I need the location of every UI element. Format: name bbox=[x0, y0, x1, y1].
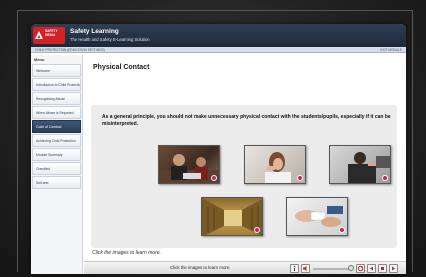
sidebar-item-when-abuse-is-reported[interactable]: When Abuse is Reported bbox=[32, 106, 81, 119]
frame-line-left bbox=[17, 10, 18, 272]
sidebar-item-achieving-child-protection[interactable]: Achieving Child Protection bbox=[32, 134, 81, 147]
sidebar-item-welcome[interactable]: Welcome bbox=[32, 64, 81, 77]
content-caption: Click the images to learn more. bbox=[92, 250, 161, 256]
footer-instruction: Click the images to learn more. bbox=[170, 265, 231, 270]
volume-slider[interactable] bbox=[313, 268, 351, 270]
logo-text-line2: MEDIA bbox=[45, 32, 56, 37]
info-badge-icon bbox=[339, 227, 345, 233]
sidebar-item-introduction-to-child-protection[interactable]: Introduction to Child Protection bbox=[32, 78, 81, 91]
next-icon bbox=[392, 266, 395, 271]
player-footer: Click the images to learn more. bbox=[84, 261, 406, 274]
info-icon bbox=[293, 265, 296, 271]
info-button[interactable] bbox=[290, 264, 299, 273]
menu-title: Menu bbox=[34, 57, 45, 62]
previous-button[interactable] bbox=[367, 264, 376, 273]
exit-module-link[interactable]: EXIT MODULE bbox=[380, 48, 402, 52]
frame-line-right bbox=[412, 10, 413, 272]
sidebar-menu: Menu Welcome Introduction to Child Protec… bbox=[31, 55, 83, 274]
distressed-student-image[interactable] bbox=[244, 145, 306, 184]
volume-slider-handle[interactable] bbox=[348, 265, 354, 271]
speaker-icon bbox=[303, 266, 307, 271]
app-title: Safety Learning bbox=[70, 28, 119, 35]
replay-icon bbox=[357, 265, 364, 272]
intro-text: As a general principle, you should not m… bbox=[102, 114, 391, 127]
previous-icon bbox=[370, 266, 373, 271]
frame-line-top bbox=[17, 10, 412, 11]
course-bar: CHILD PROTECTION (EDUCATION SETTINGS) EX… bbox=[31, 47, 406, 53]
app-subtitle: The Health and Safety E-Learning Solutio… bbox=[70, 37, 150, 42]
menu-list: Welcome Introduction to Child Protection R… bbox=[31, 64, 82, 189]
info-badge-icon bbox=[382, 175, 388, 181]
elearning-window: SAFETY MEDIA Safety Learning The Health … bbox=[31, 24, 406, 274]
player-controls bbox=[290, 264, 402, 274]
sidebar-item-module-summary[interactable]: Module Summary bbox=[32, 148, 81, 161]
info-badge-icon bbox=[211, 175, 217, 181]
corridor-image[interactable] bbox=[201, 197, 263, 236]
classroom-image[interactable] bbox=[158, 145, 220, 184]
stop-button[interactable] bbox=[378, 264, 387, 273]
sidebar-item-code-of-conduct[interactable]: Code of Conduct bbox=[32, 120, 81, 133]
sidebar-item-checklist[interactable]: Checklist bbox=[32, 162, 81, 175]
course-title: CHILD PROTECTION (EDUCATION SETTINGS) bbox=[35, 48, 105, 52]
page-title: Physical Contact bbox=[93, 64, 150, 71]
replay-button[interactable] bbox=[356, 264, 365, 273]
sidebar-item-recognising-abuse[interactable]: Recognising Abuse bbox=[32, 92, 81, 105]
info-badge-icon bbox=[297, 175, 303, 181]
hand-on-shoulder-image[interactable] bbox=[329, 145, 391, 184]
next-button[interactable] bbox=[389, 264, 398, 273]
safety-media-logo: SAFETY MEDIA bbox=[33, 27, 65, 44]
info-badge-icon bbox=[254, 227, 260, 233]
logo-icon bbox=[35, 31, 43, 39]
first-aid-image[interactable] bbox=[286, 197, 348, 236]
mute-button[interactable] bbox=[301, 264, 310, 273]
sidebar-item-self-test[interactable]: Self-test bbox=[32, 176, 81, 189]
main-content: Physical Contact As a general principle,… bbox=[84, 55, 406, 274]
stop-icon bbox=[381, 267, 384, 270]
app-header: SAFETY MEDIA Safety Learning The Health … bbox=[31, 24, 406, 47]
